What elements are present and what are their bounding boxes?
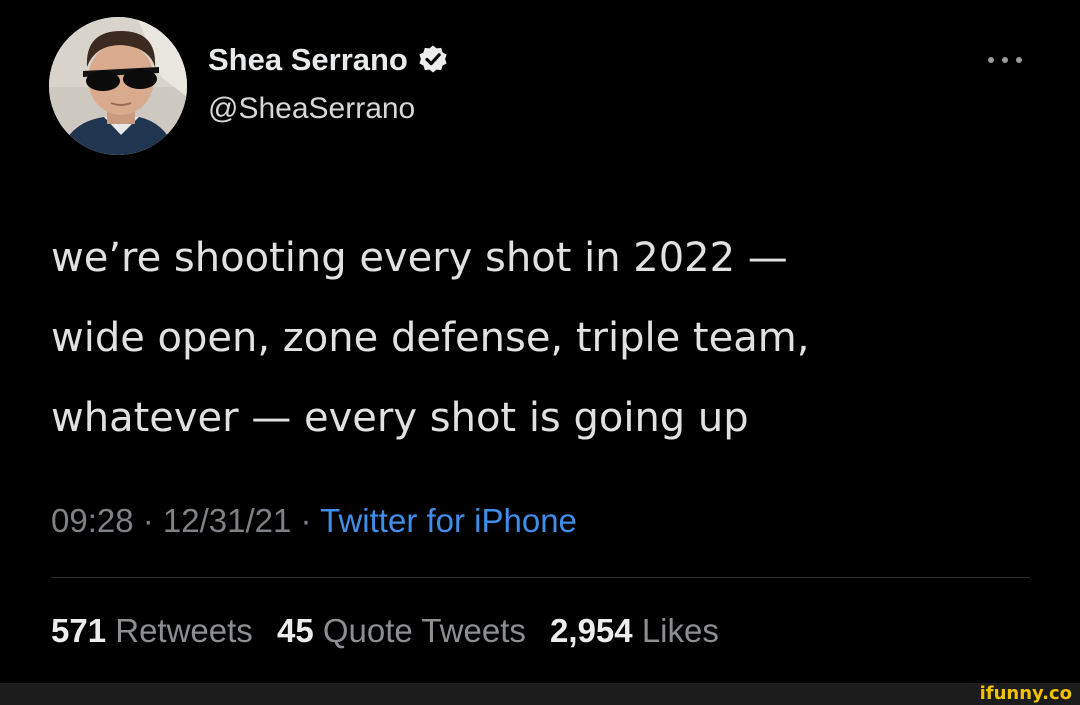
tweet-stats: 571 Retweets 45 Quote Tweets 2,954 Likes (51, 608, 734, 654)
likes-count: 2,954 (550, 612, 633, 649)
watermark-bar (0, 683, 1080, 705)
author-handle[interactable]: @SheaSerrano (208, 87, 415, 131)
meta-separator: · (291, 502, 321, 539)
divider (51, 577, 1030, 578)
retweets-stat[interactable]: 571 Retweets (51, 608, 253, 654)
tweet-date[interactable]: 12/31/21 (163, 502, 291, 539)
author-display-name[interactable]: Shea Serrano (208, 38, 408, 82)
quote-tweets-stat[interactable]: 45 Quote Tweets (277, 608, 526, 654)
tweet-text-line: we’re shooting every shot in 2022 — (51, 235, 788, 281)
author-name-row[interactable]: Shea Serrano (208, 38, 449, 82)
profile-photo (49, 17, 187, 155)
meta-separator: · (133, 502, 163, 539)
avatar[interactable] (49, 17, 187, 155)
tweet-text: we’re shooting every shot in 2022 — wide… (51, 218, 1041, 458)
likes-label: Likes (641, 612, 719, 649)
tweet-meta: 09:28 · 12/31/21 · Twitter for iPhone (51, 498, 577, 544)
quote-tweets-label: Quote Tweets (322, 612, 526, 649)
watermark-logo: ifunny.co (979, 683, 1072, 704)
retweets-count: 571 (51, 612, 107, 649)
more-options-icon[interactable] (983, 48, 1027, 72)
tweet-time[interactable]: 09:28 (51, 502, 134, 539)
tweet-source-link[interactable]: Twitter for iPhone (320, 502, 577, 539)
quote-tweets-count: 45 (276, 612, 314, 649)
retweets-label: Retweets (115, 612, 253, 649)
tweet-text-line: whatever — every shot is going up (51, 395, 749, 441)
verified-badge-icon (417, 44, 449, 76)
likes-stat[interactable]: 2,954 Likes (550, 608, 719, 654)
tweet-text-line: wide open, zone defense, triple team, (51, 315, 810, 361)
